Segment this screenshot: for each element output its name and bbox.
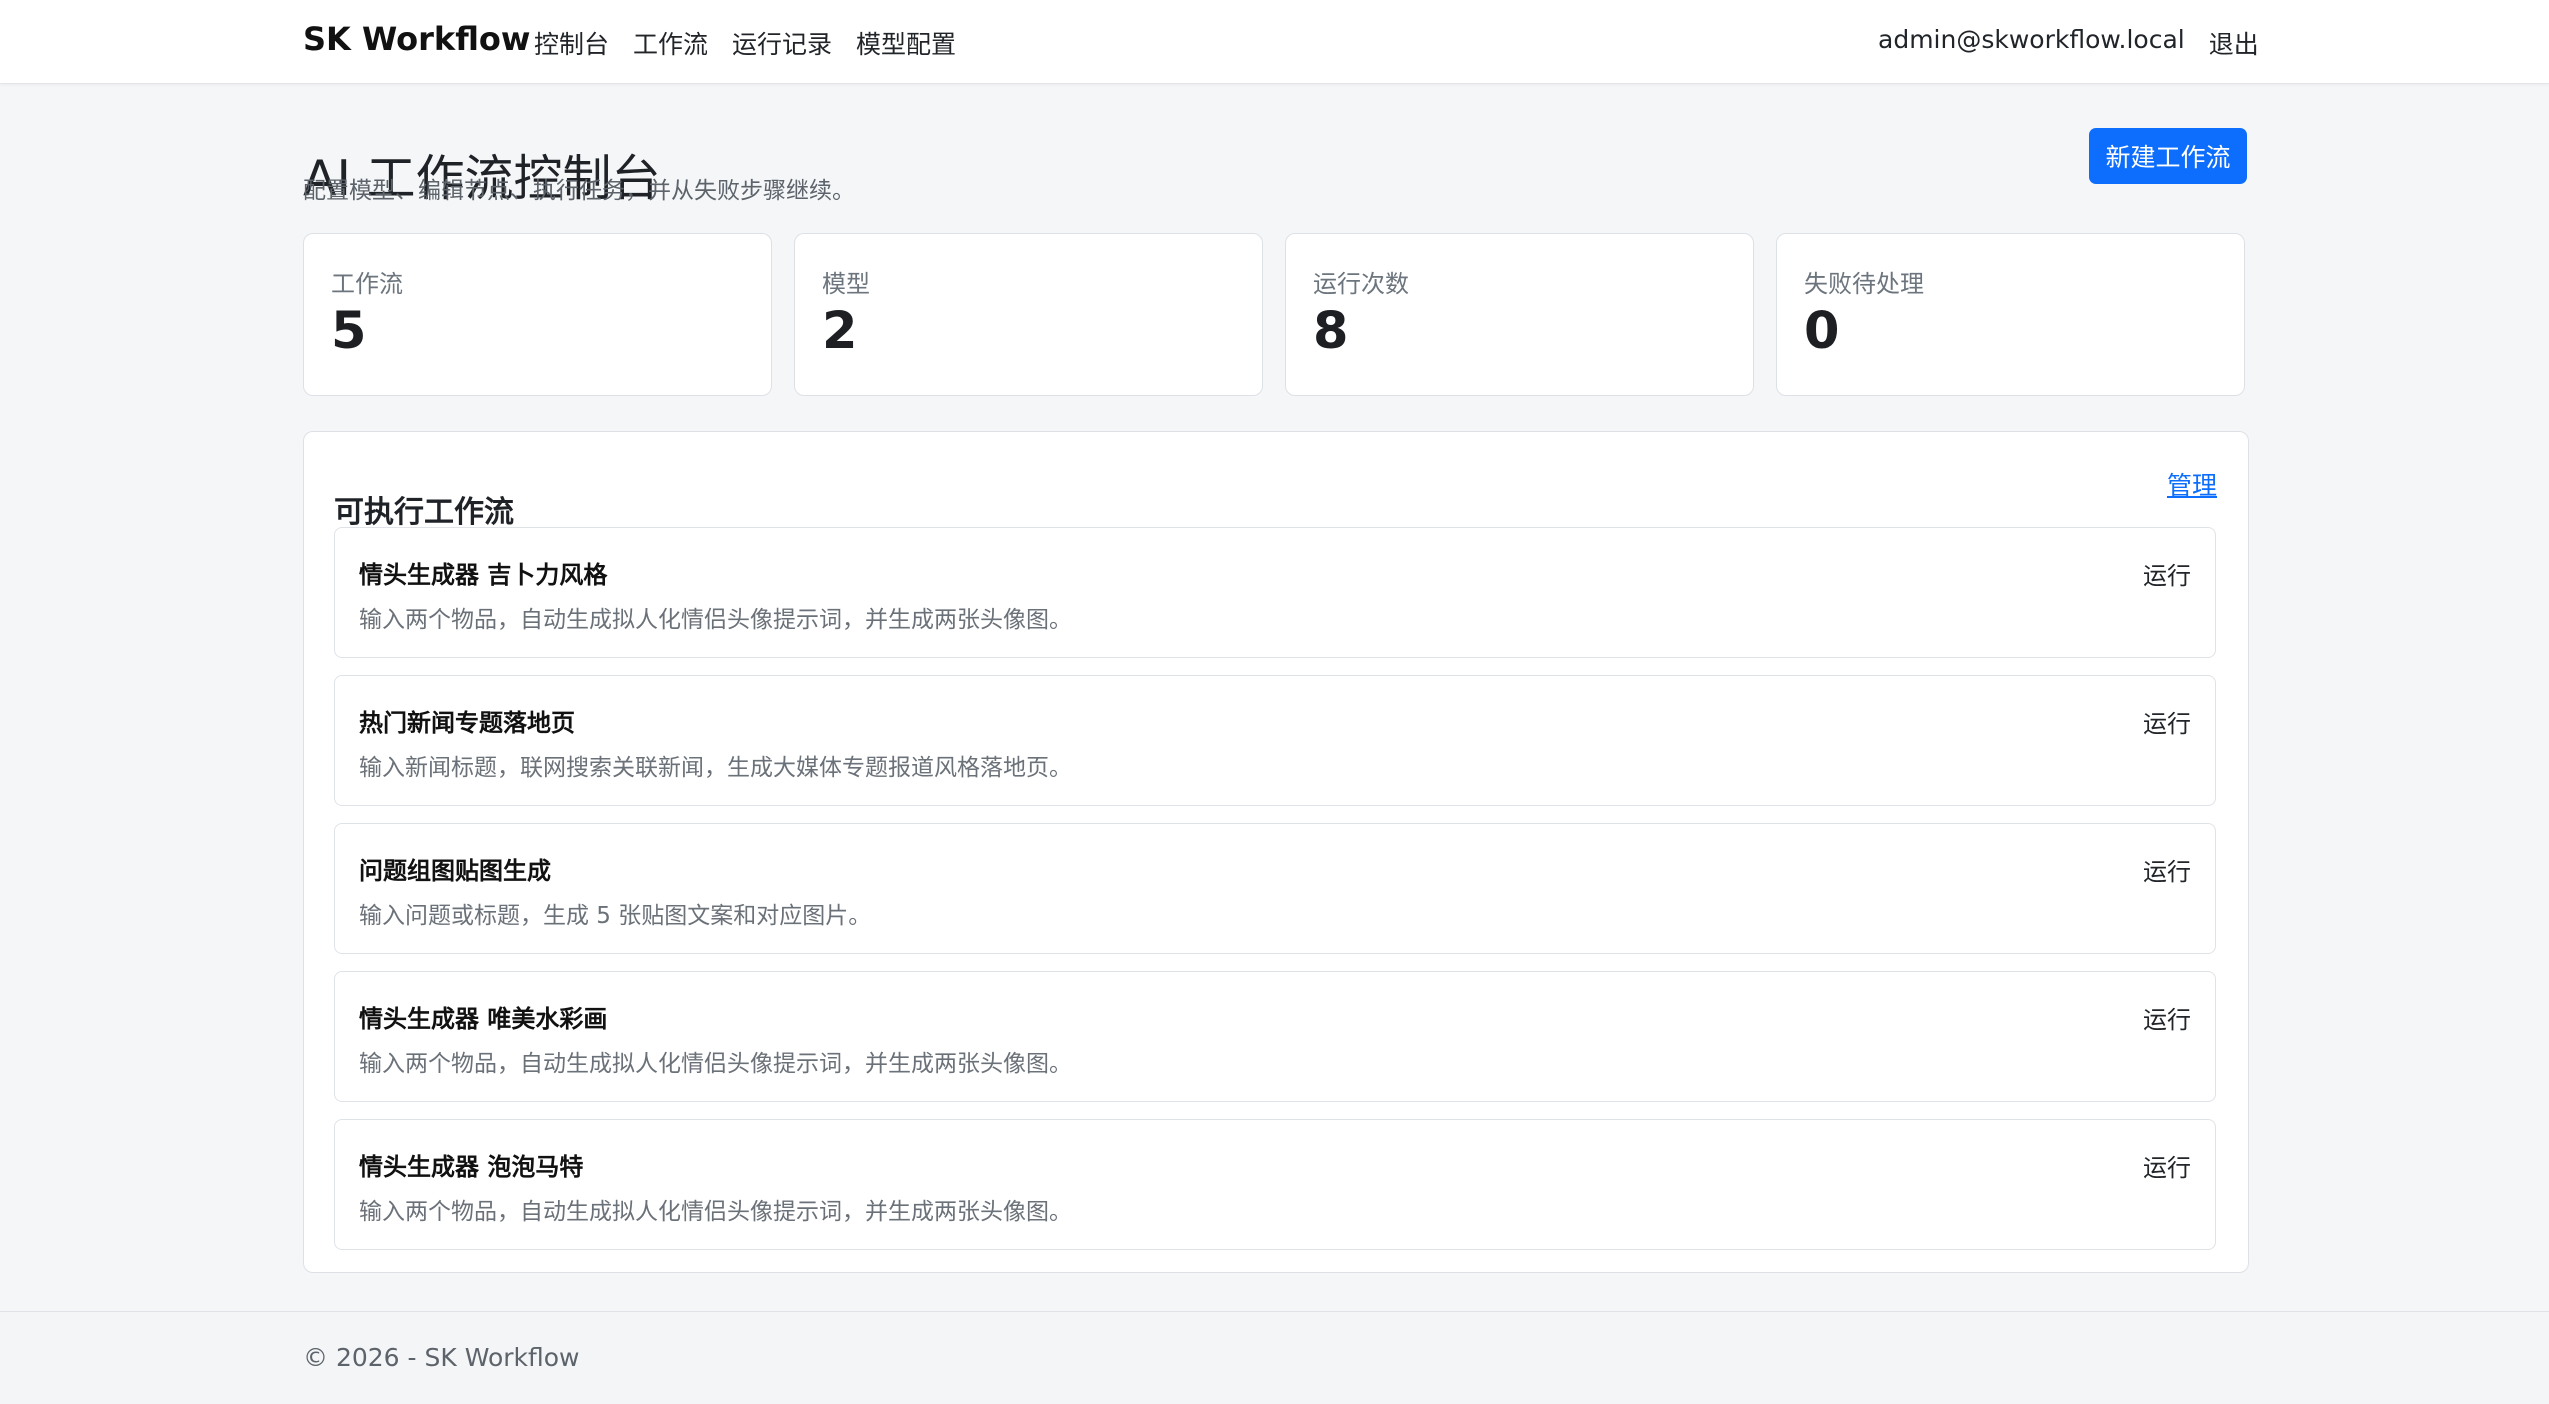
stat-label: 模型 (822, 270, 870, 298)
workflow-name: 问题组图贴图生成 (359, 857, 551, 885)
nav-runs-link[interactable]: 运行记录 (732, 25, 832, 61)
run-workflow-button[interactable]: 运行 (2143, 704, 2191, 739)
workflow-list-item: 问题组图贴图生成 输入问题或标题，生成 5 张贴图文案和对应图片。 运行 (334, 823, 2216, 954)
run-workflow-button[interactable]: 运行 (2143, 1148, 2191, 1183)
panel-title: 可执行工作流 (334, 494, 514, 530)
manage-workflows-link[interactable]: 管理 (2167, 466, 2217, 502)
user-menu: admin@skworkflow.local 退出 (1878, 25, 2259, 61)
workflow-name: 热门新闻专题落地页 (359, 709, 575, 737)
workflow-description: 输入两个物品，自动生成拟人化情侣头像提示词，并生成两张头像图。 (359, 607, 1072, 633)
top-navbar: SK Workflow 控制台 工作流 运行记录 模型配置 admin@skwo… (0, 0, 2549, 84)
page-subtitle: 配置模型、编辑节点、执行任务，并从失败步骤继续。 (303, 178, 855, 204)
page-footer: © 2026 - SK Workflow (0, 1311, 2549, 1404)
run-workflow-button[interactable]: 运行 (2143, 852, 2191, 887)
stat-value: 8 (1313, 302, 1349, 361)
workflow-description: 输入两个物品，自动生成拟人化情侣头像提示词，并生成两张头像图。 (359, 1051, 1072, 1077)
workflow-count-card: 工作流 5 (303, 233, 772, 396)
workflow-description: 输入新闻标题，联网搜索关联新闻，生成大媒体专题报道风格落地页。 (359, 755, 1072, 781)
workflow-description: 输入问题或标题，生成 5 张贴图文案和对应图片。 (359, 903, 872, 929)
workflow-list: 情头生成器 吉卜力风格 输入两个物品，自动生成拟人化情侣头像提示词，并生成两张头… (334, 527, 2216, 1267)
run-count-card: 运行次数 8 (1285, 233, 1754, 396)
brand-link[interactable]: SK Workflow (303, 20, 530, 58)
executable-workflows-panel: 可执行工作流 管理 情头生成器 吉卜力风格 输入两个物品，自动生成拟人化情侣头像… (303, 431, 2249, 1273)
failed-pending-card: 失败待处理 0 (1776, 233, 2245, 396)
nav-workflows-link[interactable]: 工作流 (633, 25, 708, 61)
stats-row: 工作流 5 模型 2 运行次数 8 失败待处理 0 (303, 233, 2247, 396)
workflow-name: 情头生成器 泡泡马特 (359, 1153, 584, 1181)
stat-label: 失败待处理 (1804, 270, 1924, 298)
workflow-name: 情头生成器 唯美水彩画 (359, 1005, 608, 1033)
run-workflow-button[interactable]: 运行 (2143, 556, 2191, 591)
nav-models-link[interactable]: 模型配置 (856, 25, 956, 61)
copyright-text: © 2026 - SK Workflow (303, 1343, 580, 1372)
stat-value: 0 (1804, 302, 1840, 361)
workflow-name: 情头生成器 吉卜力风格 (359, 561, 608, 589)
model-count-card: 模型 2 (794, 233, 1263, 396)
stat-value: 2 (822, 302, 858, 361)
workflow-description: 输入两个物品，自动生成拟人化情侣头像提示词，并生成两张头像图。 (359, 1199, 1072, 1225)
workflow-list-item: 情头生成器 吉卜力风格 输入两个物品，自动生成拟人化情侣头像提示词，并生成两张头… (334, 527, 2216, 658)
nav-dashboard-link[interactable]: 控制台 (534, 25, 609, 61)
main-navigation: 控制台 工作流 运行记录 模型配置 (534, 25, 980, 61)
logout-link[interactable]: 退出 (2209, 25, 2259, 61)
user-email: admin@skworkflow.local (1878, 25, 2185, 54)
workflow-list-item: 热门新闻专题落地页 输入新闻标题，联网搜索关联新闻，生成大媒体专题报道风格落地页… (334, 675, 2216, 806)
stat-label: 运行次数 (1313, 270, 1409, 298)
workflow-list-item: 情头生成器 泡泡马特 输入两个物品，自动生成拟人化情侣头像提示词，并生成两张头像… (334, 1119, 2216, 1250)
workflow-list-item: 情头生成器 唯美水彩画 输入两个物品，自动生成拟人化情侣头像提示词，并生成两张头… (334, 971, 2216, 1102)
new-workflow-button[interactable]: 新建工作流 (2089, 128, 2247, 184)
run-workflow-button[interactable]: 运行 (2143, 1000, 2191, 1035)
stat-label: 工作流 (331, 270, 403, 298)
stat-value: 5 (331, 302, 367, 361)
